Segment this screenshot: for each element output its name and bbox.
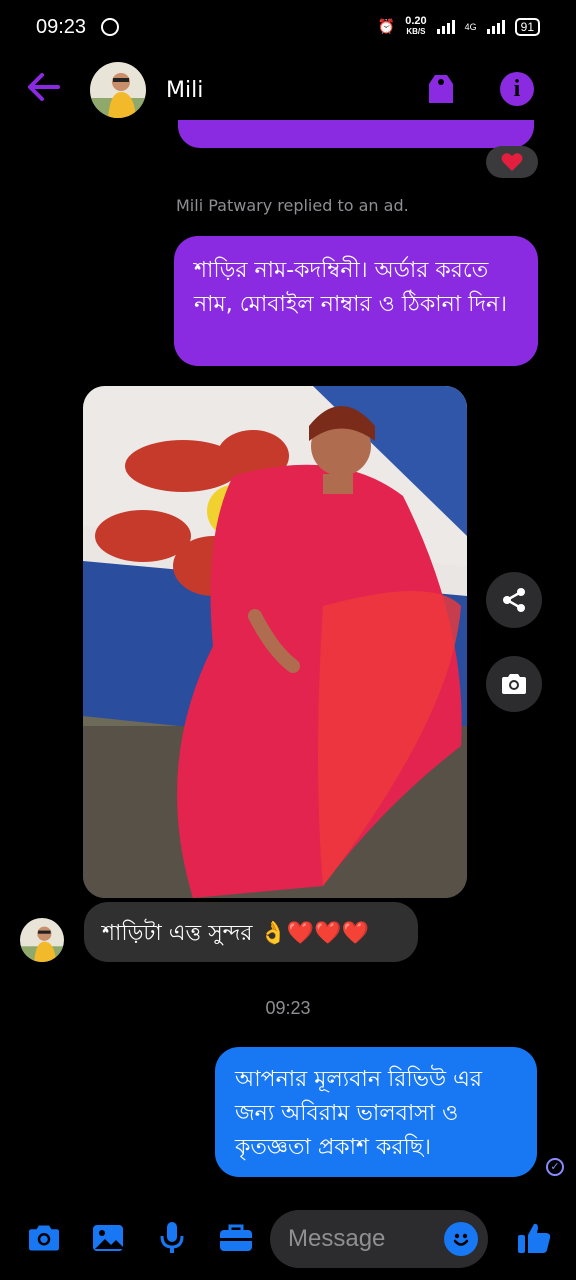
- status-icons: ⏰ 0.20 KB/S 4G 91: [378, 16, 540, 37]
- sent-message-bubble-2[interactable]: আপনার মূল্যবান রিভিউ এর জন্য অবিরাম ভালব…: [215, 1047, 537, 1177]
- tag-icon[interactable]: [426, 72, 456, 106]
- signal-icon: [436, 19, 455, 34]
- contact-avatar[interactable]: [90, 62, 146, 118]
- seen-check-icon: ✓: [546, 1158, 564, 1176]
- camera-icon: [502, 674, 526, 694]
- emoji-icon[interactable]: [444, 1222, 478, 1256]
- camera-icon[interactable]: [24, 1218, 64, 1258]
- status-time: 09:23: [36, 16, 87, 38]
- received-message-bubble[interactable]: শাড়িটা এত্ত সুন্দর 👌❤️❤️❤️: [84, 902, 418, 962]
- network-speed: 0.20 KB/S: [405, 16, 426, 37]
- battery-icon: 91: [514, 17, 540, 36]
- info-icon[interactable]: i: [500, 72, 534, 106]
- signal-icon-2: [486, 19, 505, 34]
- gallery-icon[interactable]: [88, 1218, 128, 1258]
- network-speed-unit: KB/S: [406, 27, 426, 36]
- previous-message-bubble[interactable]: [178, 120, 534, 148]
- shared-photo[interactable]: [83, 386, 467, 898]
- alarm-icon: ⏰: [377, 18, 396, 34]
- back-arrow-icon[interactable]: [26, 72, 66, 108]
- heart-reaction[interactable]: [486, 146, 538, 178]
- network-speed-value: 0.20: [405, 15, 427, 27]
- replied-to-ad-note: Mili Patwary replied to an ad.: [176, 196, 409, 215]
- messenger-icon: [101, 18, 119, 36]
- sender-avatar[interactable]: [20, 918, 64, 962]
- share-icon: [503, 588, 525, 612]
- share-button[interactable]: [486, 572, 542, 628]
- microphone-icon[interactable]: [152, 1218, 192, 1258]
- contact-name[interactable]: Mili: [166, 78, 203, 103]
- thumbs-up-icon[interactable]: [514, 1218, 554, 1258]
- message-timestamp: 09:23: [265, 998, 311, 1018]
- status-bar: 09:23 ⏰ 0.20 KB/S 4G 91: [0, 0, 576, 56]
- camera-reply-button[interactable]: [486, 656, 542, 712]
- network-type: 4G: [464, 21, 477, 32]
- sent-message-bubble[interactable]: শাড়ির নাম-কদম্বিনী। অর্ডার করতে নাম, মো…: [174, 236, 538, 366]
- briefcase-icon[interactable]: [216, 1218, 256, 1258]
